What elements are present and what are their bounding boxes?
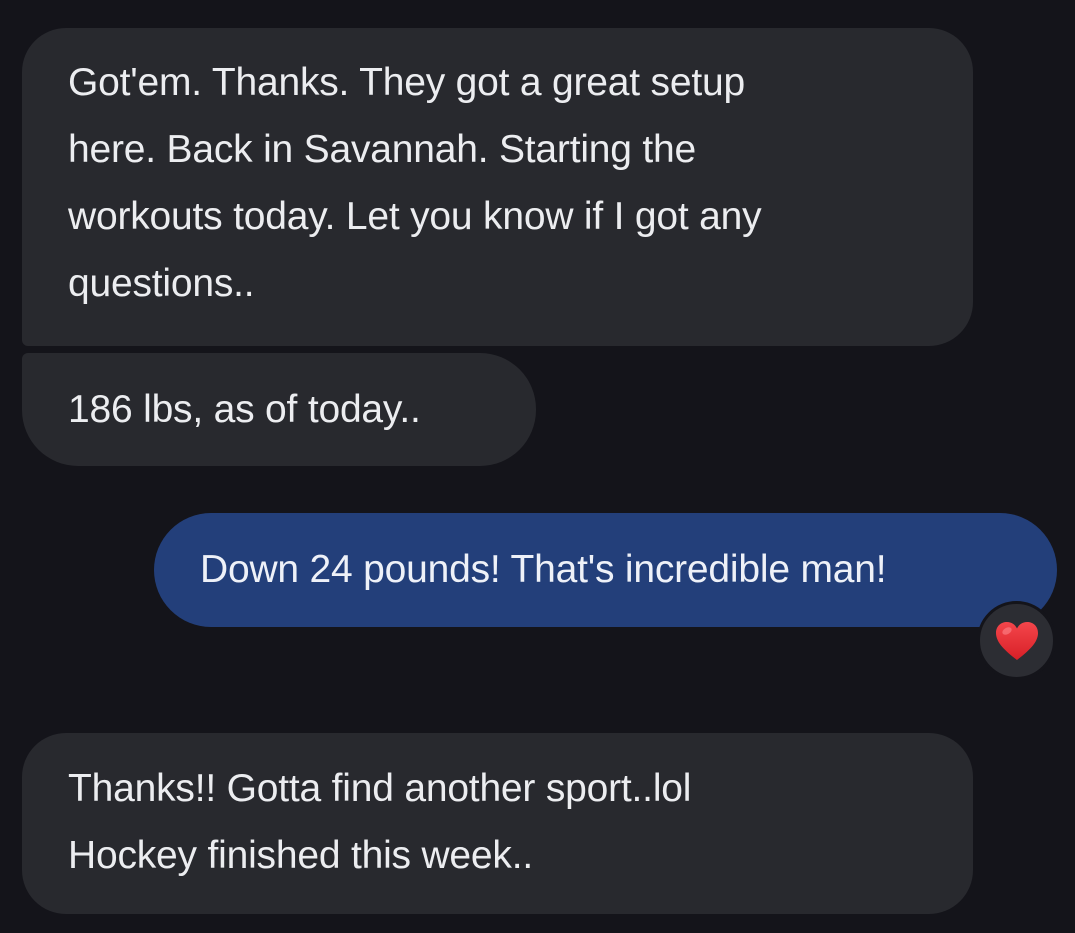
incoming-message-bubble[interactable]: Thanks!! Gotta find another sport..lol H… <box>22 733 973 914</box>
message-text-line: 186 lbs, as of today.. <box>68 388 421 431</box>
outgoing-message-bubble[interactable]: Down 24 pounds! That's incredible man! <box>154 513 1057 627</box>
message-text-line: Got'em. Thanks. They got a great setup <box>68 61 745 104</box>
message-text-line: here. Back in Savannah. Starting the <box>68 128 697 171</box>
message-text-line: Hockey finished this week.. <box>68 834 533 877</box>
message-reaction[interactable] <box>977 601 1056 680</box>
incoming-message-bubble[interactable]: 186 lbs, as of today.. <box>22 353 536 466</box>
message-text-line: workouts today. Let you know if I got an… <box>68 195 762 238</box>
red-heart-icon <box>995 621 1038 660</box>
message-text-line: Thanks!! Gotta find another sport..lol <box>68 767 692 810</box>
message-text-line: Down 24 pounds! That's incredible man! <box>200 548 887 591</box>
incoming-message-bubble[interactable]: Got'em. Thanks. They got a great setup h… <box>22 28 973 346</box>
message-text-line: questions.. <box>68 262 255 305</box>
